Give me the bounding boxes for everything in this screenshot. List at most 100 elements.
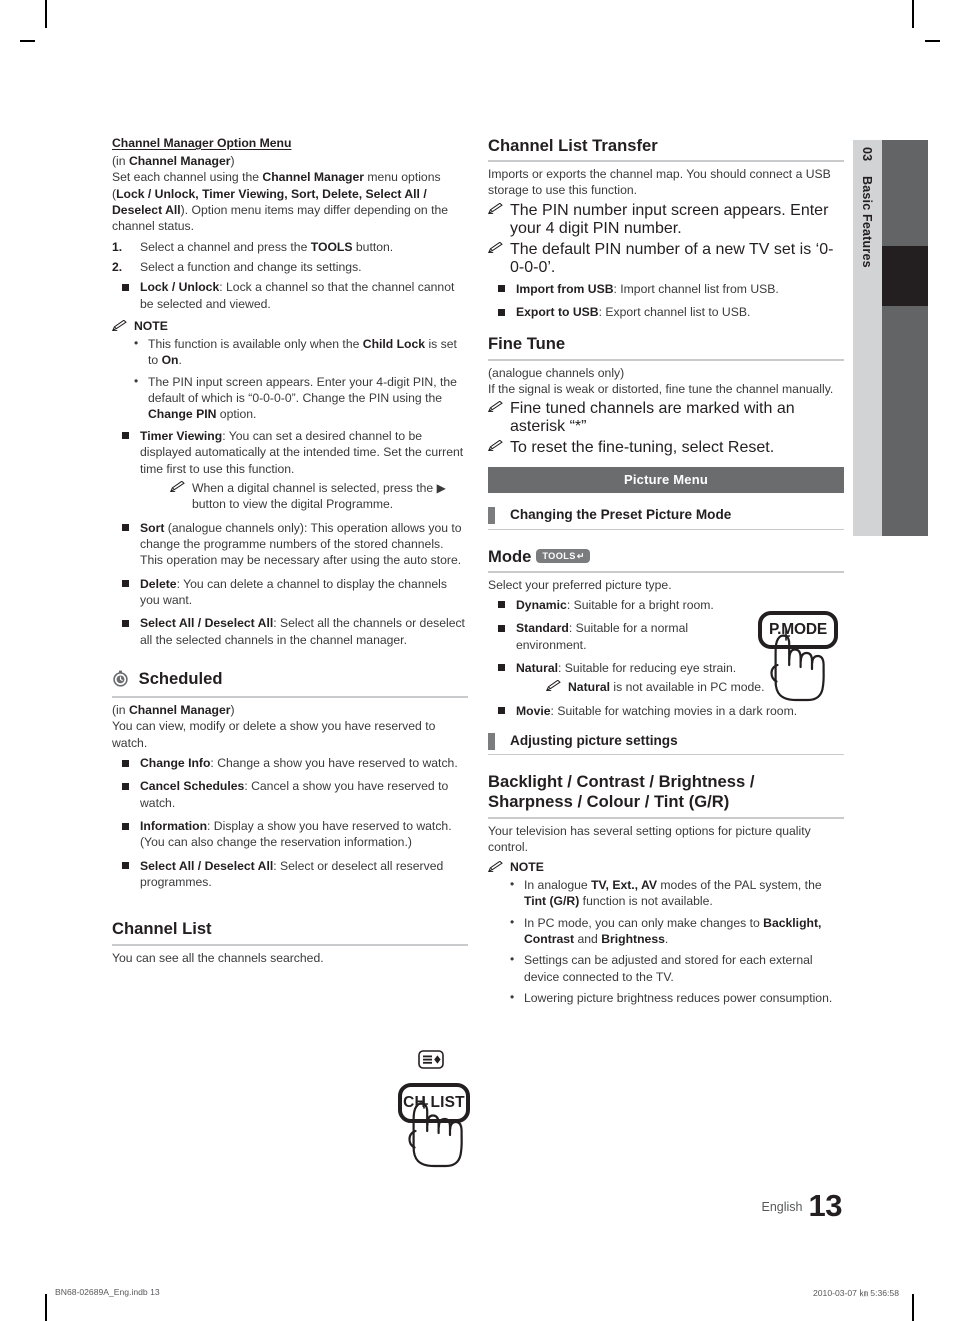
list-item: This function is available only when the… <box>112 335 468 369</box>
print-file-name: BN68-02689A_Eng.indb 13 <box>55 1287 160 1297</box>
scheduled-section-heading: Scheduled <box>112 669 468 699</box>
bullet-desc: : Change a show you have reserved to wat… <box>210 756 458 771</box>
list-item: In analogue TV, Ext., AV modes of the PA… <box>488 876 844 910</box>
channel-list-body: You can see all the channels searched. <box>112 950 324 965</box>
bullet-desc: (analogue channels only): This operation… <box>140 520 462 568</box>
note-text: is not available in PC mode. <box>610 680 765 695</box>
p-mode-key-graphic: P.MODE <box>756 611 846 711</box>
note-text-2: option. <box>216 407 257 422</box>
bullet-term: Dynamic <box>516 597 567 612</box>
list-item: Select All / Deselect All: Select all th… <box>112 615 468 648</box>
list-item: 2. Select a function and change its setti… <box>112 259 468 275</box>
timer-note-text: When a digital channel is selected, pres… <box>192 480 446 512</box>
bullet-desc: : Suitable for a bright room. <box>566 597 714 612</box>
bullet-term: Information <box>140 819 208 834</box>
context-bold: Channel Manager <box>128 703 231 718</box>
context-prefix: (in <box>112 154 129 168</box>
bullet-desc: : Export channel list to USB. <box>598 305 751 320</box>
channel-list-section-heading: Channel List <box>112 919 468 946</box>
option-menu-intro: Set each channel using the Channel Manag… <box>112 169 468 234</box>
list-item: Delete: You can delete a channel to disp… <box>112 576 468 609</box>
bullet-term: Movie <box>516 703 551 718</box>
note-text-3: . <box>178 353 182 368</box>
page-number: 13 <box>808 1188 843 1223</box>
chapter-tab-text: 03 Basic Features <box>860 147 874 268</box>
picture-menu-bar: Picture Menu <box>488 467 844 494</box>
list-item: Settings can be adjusted and stored for … <box>488 951 844 985</box>
tools-badge[interactable]: TOOLS↵ <box>536 548 590 564</box>
backlight-heading: Backlight / Contrast / Brightness / Sharp… <box>488 772 844 820</box>
note-text-1: In analogue <box>524 877 592 892</box>
list-item: Import from USB: Import channel list fro… <box>488 281 844 297</box>
note-label: NOTE <box>134 319 168 334</box>
context-suffix: ) <box>230 154 235 168</box>
list-item: Standard: Suitable for a normal environm… <box>488 620 758 653</box>
note-text-1: Lowering picture brightness reduces powe… <box>524 990 833 1005</box>
timer-viewing-bullet-list: Timer Viewing: You can set a desired cha… <box>112 428 468 513</box>
pointing-hand-icon <box>770 628 825 702</box>
transfer-note-2: The default PIN number of a new TV set i… <box>488 241 844 277</box>
chapter-side-tab: 03 Basic Features <box>853 140 928 536</box>
backlight-title-line-1: Backlight / Contrast / Brightness / <box>488 772 755 792</box>
fine-tune-sub: (analogue channels only) <box>488 365 625 380</box>
step-number: 2. <box>112 260 123 275</box>
pencil-icon <box>488 401 503 413</box>
backlight-note-heading: NOTE <box>488 860 844 874</box>
clock-icon <box>112 670 134 691</box>
step-bold: TOOLS <box>310 239 353 254</box>
bullet-term: Change Info <box>140 756 211 771</box>
option-menu-steps: 1. Select a channel and press the TOOLS b… <box>112 239 468 276</box>
scheduled-context-line: (in Channel Manager) <box>112 702 468 718</box>
ch-list-key-graphic: CH LIST <box>390 1047 478 1177</box>
list-item: Export to USB: Export channel list to US… <box>488 304 844 320</box>
note-heading: NOTE <box>112 319 468 333</box>
note-text: The PIN number input screen appears. Ent… <box>510 201 829 237</box>
lock-unlock-bullet-list: Lock / Unlock: Lock a channel so that th… <box>112 279 468 312</box>
channel-list-transfer-intro: Imports or exports the channel map. You … <box>488 167 831 198</box>
pencil-icon <box>112 320 127 332</box>
note-text-3: function is not available. <box>579 894 713 909</box>
intro-part-1: Set each channel using the <box>112 170 263 185</box>
crop-mark-bottom-right-vertical <box>912 1294 914 1321</box>
pointing-hand-icon <box>408 1096 463 1168</box>
list-item: 1. Select a channel and press the TOOLS b… <box>112 239 468 255</box>
note-text: The default PIN number of a new TV set i… <box>510 240 834 276</box>
bullet-desc: : Suitable for reducing eye strain. <box>558 660 737 675</box>
intro-bold-1: Channel Manager <box>262 170 365 185</box>
bullet-term: Import from USB <box>516 281 614 296</box>
chapter-number: 03 <box>860 147 874 162</box>
option-menu-subheading: Channel Manager Option Menu <box>112 136 292 150</box>
pencil-icon <box>488 202 503 214</box>
channel-list-transfer-heading: Channel List Transfer <box>488 136 844 163</box>
return-arrow-icon: ↵ <box>576 550 585 561</box>
bullet-term: Select All / Deselect All <box>140 616 274 631</box>
crop-mark-bottom-left-vertical <box>45 1294 47 1321</box>
list-item: Natural : Suitable for reducing eye strai… <box>488 660 764 696</box>
scheduled-intro: You can view, modify or delete a show yo… <box>112 719 436 750</box>
fine-tune-note-1: Fine tuned channels are marked with an a… <box>488 400 844 436</box>
bullet-term: Delete <box>140 576 177 591</box>
pencil-icon <box>170 480 185 492</box>
preset-picture-mode-heading: Changing the Preset Picture Mode <box>488 507 844 530</box>
fine-tune-note-2: To reset the fine-tuning, select Reset. <box>488 439 844 457</box>
chapter-title: Basic Features <box>860 176 874 268</box>
backlight-title-line-2: Sharpness / Colour / Tint (G/R) <box>488 792 730 812</box>
list-item: Lock / Unlock: Lock a channel so that th… <box>112 279 468 312</box>
pencil-icon <box>488 860 503 872</box>
list-item: In PC mode, you can only make changes to… <box>488 914 844 948</box>
step-text-1: Select a channel and press the <box>140 239 311 254</box>
note-bold: Natural <box>568 680 610 695</box>
note-bold-1: TV, Ext., AV <box>591 877 658 892</box>
transfer-note-1: The PIN number input screen appears. Ent… <box>488 202 844 238</box>
mode-intro: Select your preferred picture type. <box>488 577 672 592</box>
lock-note-list: This function is available only when the… <box>112 335 468 423</box>
bullet-term: Standard <box>516 621 569 636</box>
chapter-tab-label-strip: 03 Basic Features <box>853 140 882 536</box>
crop-mark-top-right-horizontal <box>925 40 940 42</box>
print-footer: BN68-02689A_Eng.indb 13 2010-03-07 ㎞ 5:3… <box>55 1287 899 1299</box>
timer-viewing-note: When a digital channel is selected, pres… <box>140 480 468 513</box>
adjusting-picture-settings-heading: Adjusting picture settings <box>488 733 844 756</box>
note-text-3: . <box>664 931 669 946</box>
note-text-1: In PC mode, you can only make changes to <box>524 915 764 930</box>
context-prefix: (in <box>112 703 129 718</box>
